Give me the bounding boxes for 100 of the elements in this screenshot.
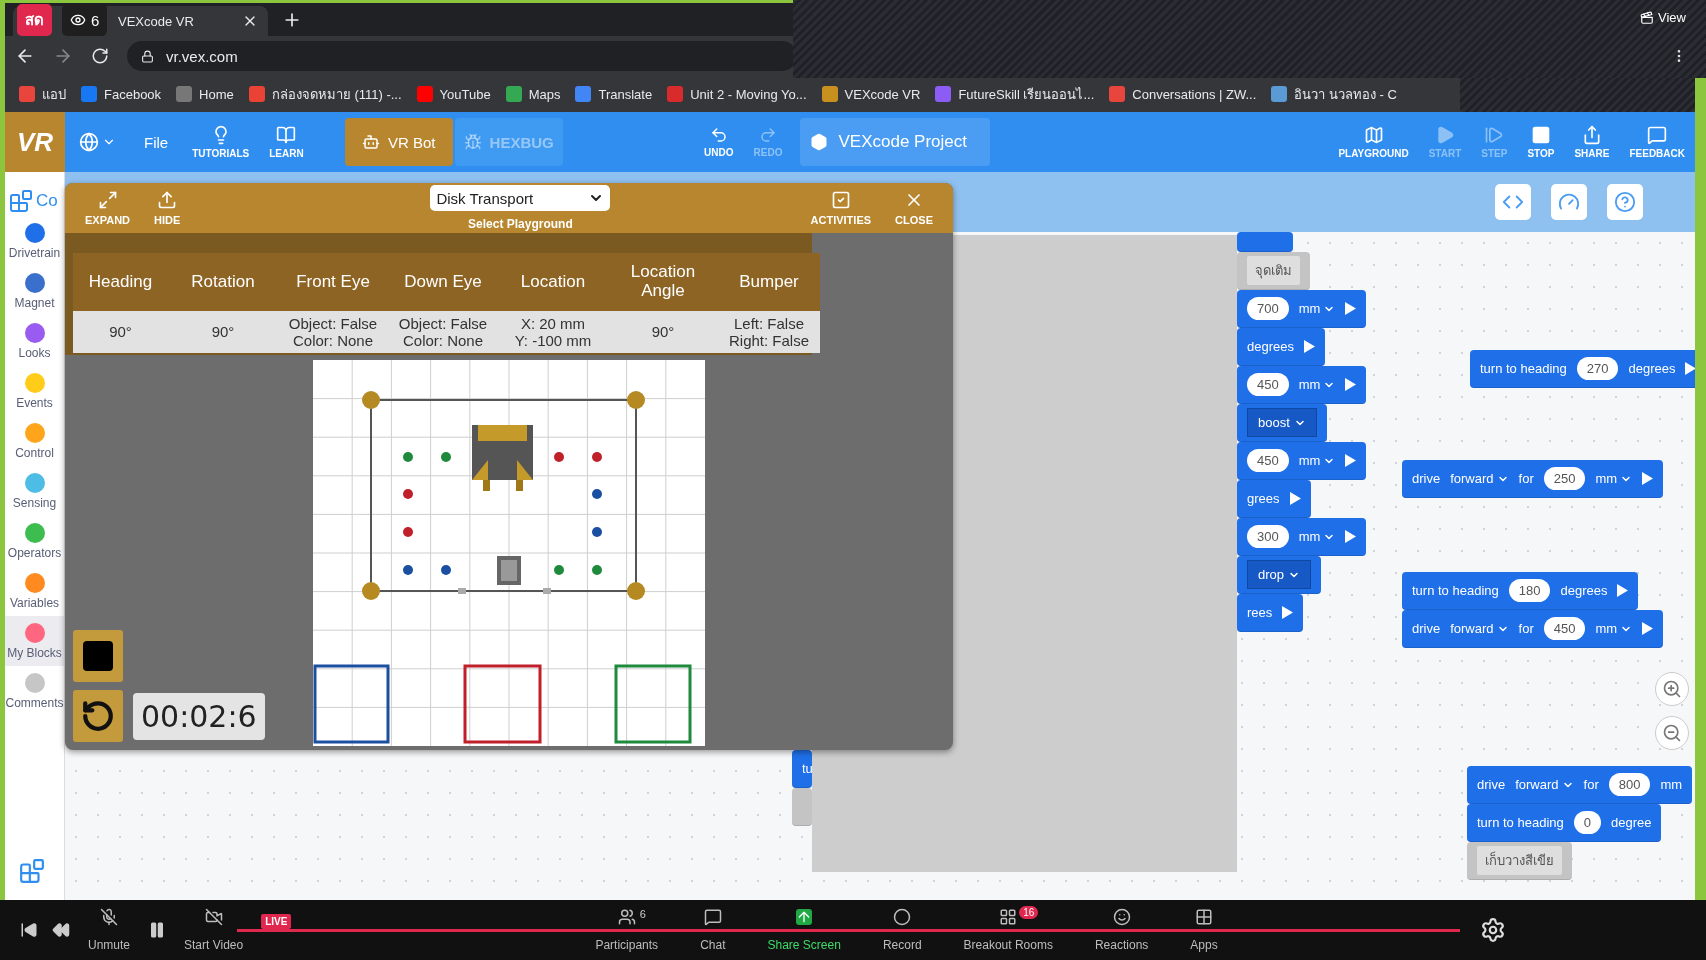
block-dropdown[interactable]: boost (1247, 408, 1317, 437)
category-item[interactable]: Operators (5, 516, 64, 566)
code-block[interactable]: turn to heading 270 degrees (1470, 350, 1695, 388)
code-block[interactable]: boost (1237, 404, 1327, 442)
bookmark-link[interactable]: VEXcode VR (821, 86, 921, 102)
play-icon[interactable] (1282, 606, 1294, 619)
settings-icon[interactable] (1480, 917, 1506, 943)
play-icon[interactable] (1617, 584, 1629, 597)
block-dropdown[interactable]: mm (1298, 453, 1336, 468)
view-button[interactable]: View (1636, 8, 1690, 27)
code-block[interactable]: degrees (1237, 328, 1325, 366)
expand-icon (97, 190, 118, 210)
play-icon[interactable] (1345, 530, 1357, 543)
block-dropdown[interactable]: drop (1247, 560, 1312, 589)
number-input[interactable]: 450 (1247, 449, 1289, 472)
play-icon[interactable] (1289, 492, 1301, 505)
unmute-button[interactable]: Unmute (84, 908, 135, 952)
code-block[interactable]: tu (792, 750, 812, 788)
video-off-icon (204, 908, 223, 926)
number-input[interactable]: 800 (1608, 773, 1651, 796)
block-dropdown[interactable]: mm (1595, 471, 1633, 486)
block-dropdown[interactable]: mm (1298, 301, 1336, 316)
block-dropdown[interactable]: mm (1298, 377, 1336, 392)
stop-button[interactable] (73, 630, 123, 682)
meeting-control[interactable]: Apps (1186, 908, 1222, 952)
play-icon[interactable] (1685, 362, 1695, 375)
reset-button[interactable] (73, 690, 123, 742)
block-dropdown[interactable]: forward (1450, 621, 1509, 636)
code-block[interactable]: drive forward for 250 mm (1402, 460, 1664, 498)
code-block[interactable]: drop (1237, 556, 1322, 594)
playground-select[interactable]: Disk Transport (430, 185, 611, 211)
help-icon (1614, 191, 1636, 213)
meeting-control[interactable]: Chat (696, 908, 730, 952)
code-block[interactable]: 300 mm (1237, 518, 1367, 556)
meeting-control[interactable]: 16 Breakout Rooms (959, 908, 1057, 952)
bookmark-link[interactable]: Conversations | ZW... (1109, 86, 1257, 102)
number-input[interactable]: 700 (1247, 297, 1289, 320)
code-block[interactable]: drive forward for 450 mm (1402, 610, 1664, 648)
start-video-button[interactable]: Start Video (180, 908, 248, 952)
bookmark-link[interactable]: FutureSkill เรียนออนไ... (935, 83, 1095, 105)
category-item[interactable]: Drivetrain (5, 216, 64, 266)
number-input[interactable]: 270 (1576, 357, 1619, 380)
count-badge: 16 (1019, 906, 1039, 919)
block-dropdown[interactable]: mm (1298, 529, 1336, 544)
meeting-control[interactable]: 6 Participants (591, 908, 663, 952)
code-block[interactable]: 450 mm (1237, 442, 1367, 480)
block-dropdown[interactable]: forward (1515, 777, 1574, 792)
bookmark-link[interactable]: YouTube (416, 86, 491, 102)
bookmark-link[interactable]: Maps (505, 86, 561, 102)
meeting-control[interactable]: Record (878, 908, 926, 952)
bookmark-link[interactable]: Translate (575, 86, 653, 102)
play-icon[interactable] (1642, 622, 1654, 635)
code-block[interactable]: 450 mm (1237, 366, 1367, 404)
code-block[interactable]: 700 mm (1237, 290, 1367, 328)
play-icon[interactable] (1345, 378, 1357, 391)
block-dropdown[interactable]: forward (1450, 471, 1509, 486)
chat-icon (703, 908, 722, 926)
bookmark-link[interactable]: อินวา นวลทอง - C (1271, 83, 1397, 105)
category-item[interactable]: Comments (5, 666, 64, 716)
bookmark-link[interactable]: Unit 2 - Moving Yo... (667, 86, 807, 102)
code-block[interactable]: turn to heading 180 degrees (1402, 572, 1639, 610)
category-item[interactable]: Control (5, 416, 64, 466)
bookmark-link[interactable]: Home (176, 86, 234, 102)
comment-block[interactable]: จุดเติม (1237, 252, 1310, 290)
help-button[interactable] (1607, 184, 1643, 220)
category-item[interactable]: Variables (5, 566, 64, 616)
dashboard-button[interactable] (1551, 184, 1587, 220)
block-label: degrees (1247, 339, 1294, 354)
code-block[interactable]: grees (1237, 480, 1311, 518)
category-item[interactable]: Looks (5, 316, 64, 366)
number-input[interactable]: 0 (1573, 811, 1601, 834)
code-block[interactable]: drive forward for 800 mm (1467, 766, 1693, 804)
category-item[interactable]: Magnet (5, 266, 64, 316)
bookmark-link[interactable]: แอป (19, 83, 66, 105)
code-block[interactable]: rees (1237, 594, 1304, 632)
block-dropdown[interactable]: mm (1595, 621, 1633, 636)
number-input[interactable]: 300 (1247, 525, 1289, 548)
play-icon[interactable] (1345, 454, 1357, 467)
bookmark-link[interactable]: Facebook (81, 86, 162, 102)
category-item[interactable]: Events (5, 366, 64, 416)
reload-icon[interactable] (91, 47, 109, 65)
skip-back-icon[interactable] (20, 921, 38, 939)
play-icon[interactable] (1345, 302, 1357, 315)
play-icon[interactable] (1304, 340, 1315, 353)
comment-block[interactable]: เก็บวางสีเขีย (1467, 842, 1572, 880)
number-input[interactable]: 250 (1543, 467, 1586, 490)
code-view-button[interactable] (1495, 184, 1531, 220)
category-item[interactable]: My Blocks (5, 616, 64, 666)
rewind-icon[interactable] (52, 921, 70, 939)
play-icon[interactable] (1642, 472, 1654, 485)
bookmark-link[interactable]: กล่องจดหมาย (111) -... (248, 83, 402, 105)
number-input[interactable]: 180 (1508, 579, 1551, 602)
meeting-control[interactable]: Reactions (1090, 908, 1153, 952)
number-input[interactable]: 450 (1543, 617, 1586, 640)
meeting-control[interactable]: Share Screen (763, 908, 845, 952)
category-item[interactable]: Sensing (5, 466, 64, 516)
code-block[interactable]: turn to heading 0 degree (1467, 804, 1662, 842)
map-icon (1363, 125, 1384, 145)
blocks-icon[interactable] (19, 858, 45, 884)
number-input[interactable]: 450 (1247, 373, 1289, 396)
